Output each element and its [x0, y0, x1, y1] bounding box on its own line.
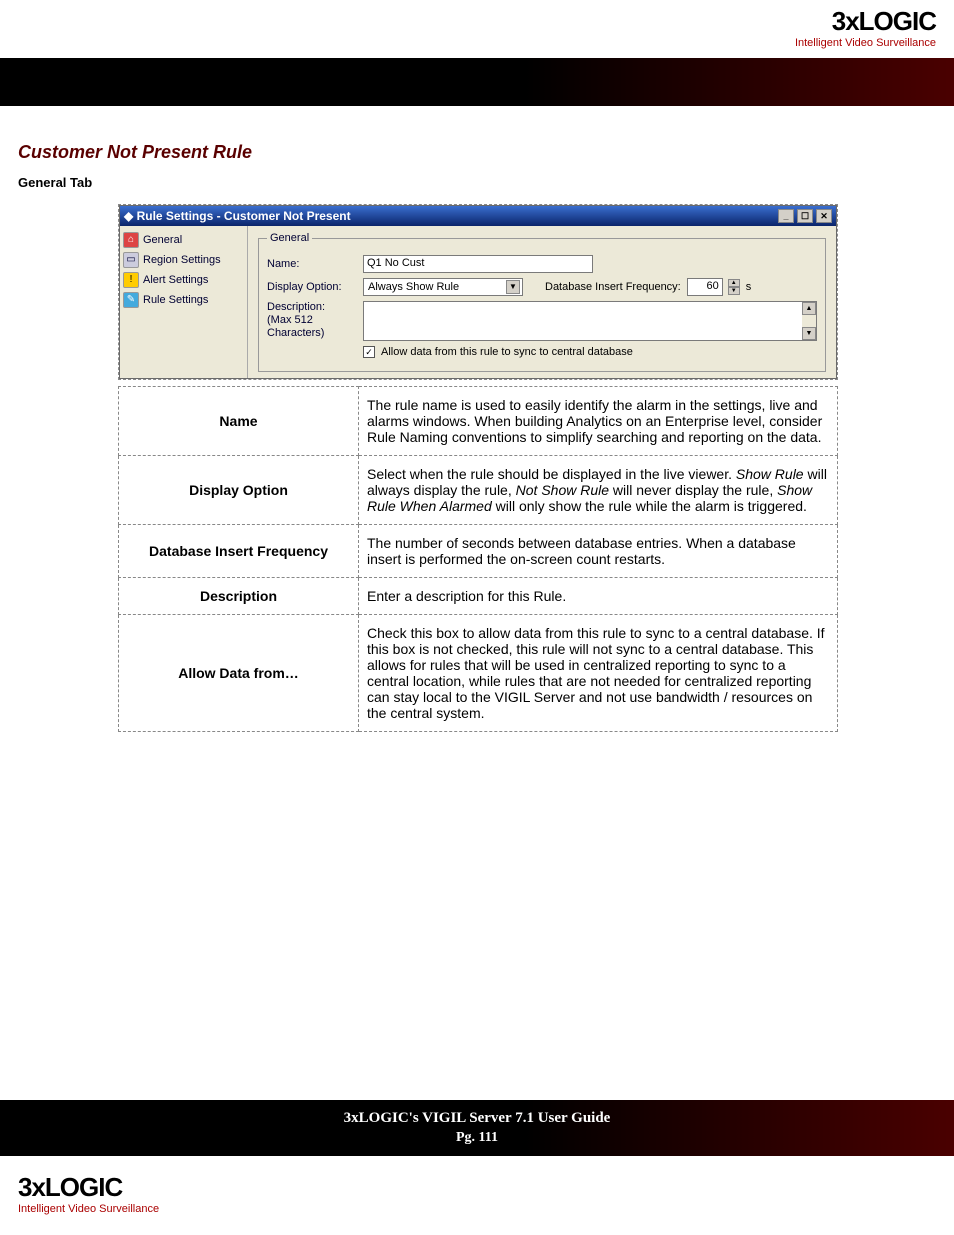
brand-tagline: Intelligent Video Surveillance — [795, 37, 936, 49]
scroll-up-icon: ▲ — [802, 302, 816, 315]
dropdown-icon: ▼ — [506, 280, 520, 294]
row-allow-text: Check this box to allow data from this r… — [359, 615, 838, 732]
field-descriptions-table: Name The rule name is used to easily ide… — [118, 386, 838, 732]
region-icon: ▭ — [123, 252, 139, 268]
footer-bar: 3xLOGIC's VIGIL Server 7.1 User Guide Pg… — [0, 1100, 954, 1156]
row-name-text: The rule name is used to easily identify… — [359, 387, 838, 456]
db-freq-input[interactable]: 60 — [687, 278, 723, 296]
scroll-down-icon: ▼ — [802, 327, 816, 340]
row-name-label: Name — [119, 387, 359, 456]
db-freq-label: Database Insert Frequency: — [545, 281, 681, 293]
spin-down-icon: ▼ — [728, 287, 740, 295]
table-row: Display Option Select when the rule shou… — [119, 456, 838, 525]
footer-title: 3xLOGIC's VIGIL Server 7.1 User Guide — [0, 1110, 954, 1127]
app-icon: ◆ — [124, 209, 133, 223]
row-display-text: Select when the rule should be displayed… — [359, 456, 838, 525]
nav-rule-settings[interactable]: ✎ Rule Settings — [122, 290, 245, 310]
header-logo: 3xLOGIC Intelligent Video Surveillance — [795, 6, 936, 49]
sync-checkbox-label: Allow data from this rule to sync to cen… — [381, 346, 633, 358]
description-label: Description: — [267, 301, 325, 313]
name-input[interactable]: Q1 No Cust — [363, 255, 593, 273]
fieldset-legend: General — [267, 232, 312, 244]
minimize-button[interactable]: _ — [778, 209, 794, 223]
brand-logo-text: 3xLOGIC — [795, 6, 936, 37]
footer-logo: 3xLOGIC Intelligent Video Surveillance — [18, 1172, 159, 1215]
row-dbfreq-text: The number of seconds between database e… — [359, 525, 838, 578]
brand-logo-text-footer: 3xLOGIC — [18, 1172, 159, 1203]
alert-icon: ! — [123, 272, 139, 288]
row-display-label: Display Option — [119, 456, 359, 525]
db-freq-spinner[interactable]: ▲ ▼ — [728, 279, 740, 295]
rule-icon: ✎ — [123, 292, 139, 308]
nav-region-settings[interactable]: ▭ Region Settings — [122, 250, 245, 270]
display-option-select[interactable]: Always Show Rule ▼ — [363, 278, 523, 296]
general-fieldset: General Name: Q1 No Cust Display Option:… — [258, 232, 826, 372]
rule-settings-window: ◆ Rule Settings - Customer Not Present _… — [119, 205, 837, 379]
screenshot-border: ◆ Rule Settings - Customer Not Present _… — [118, 204, 838, 380]
close-button[interactable]: ✕ — [816, 209, 832, 223]
row-desc-label: Description — [119, 578, 359, 615]
row-allow-label: Allow Data from… — [119, 615, 359, 732]
db-freq-unit: s — [746, 281, 752, 293]
page-title: Customer Not Present Rule — [18, 142, 936, 163]
table-row: Description Enter a description for this… — [119, 578, 838, 615]
brand-tagline-footer: Intelligent Video Surveillance — [18, 1203, 159, 1215]
home-icon: ⌂ — [123, 232, 139, 248]
spin-up-icon: ▲ — [728, 279, 740, 287]
window-title: ◆ Rule Settings - Customer Not Present — [124, 209, 351, 223]
description-hint: (Max 512 Characters) — [267, 314, 324, 339]
nav-alert-settings[interactable]: ! Alert Settings — [122, 270, 245, 290]
footer-page: Pg. 111 — [0, 1130, 954, 1146]
row-dbfreq-label: Database Insert Frequency — [119, 525, 359, 578]
nav-general[interactable]: ⌂ General — [122, 230, 245, 250]
maximize-button[interactable]: ☐ — [797, 209, 813, 223]
settings-nav: ⌂ General ▭ Region Settings ! Alert Sett… — [120, 226, 248, 378]
row-desc-text: Enter a description for this Rule. — [359, 578, 838, 615]
textarea-scrollbar[interactable]: ▲ ▼ — [802, 302, 816, 340]
display-option-label: Display Option: — [267, 281, 357, 293]
description-textarea[interactable]: ▲ ▼ — [363, 301, 817, 341]
table-row: Allow Data from… Check this box to allow… — [119, 615, 838, 732]
sync-checkbox[interactable]: ✓ — [363, 346, 375, 358]
name-label: Name: — [267, 258, 357, 270]
table-row: Name The rule name is used to easily ide… — [119, 387, 838, 456]
header-bar — [0, 58, 954, 106]
table-row: Database Insert Frequency The number of … — [119, 525, 838, 578]
page-subtitle: General Tab — [18, 175, 936, 190]
